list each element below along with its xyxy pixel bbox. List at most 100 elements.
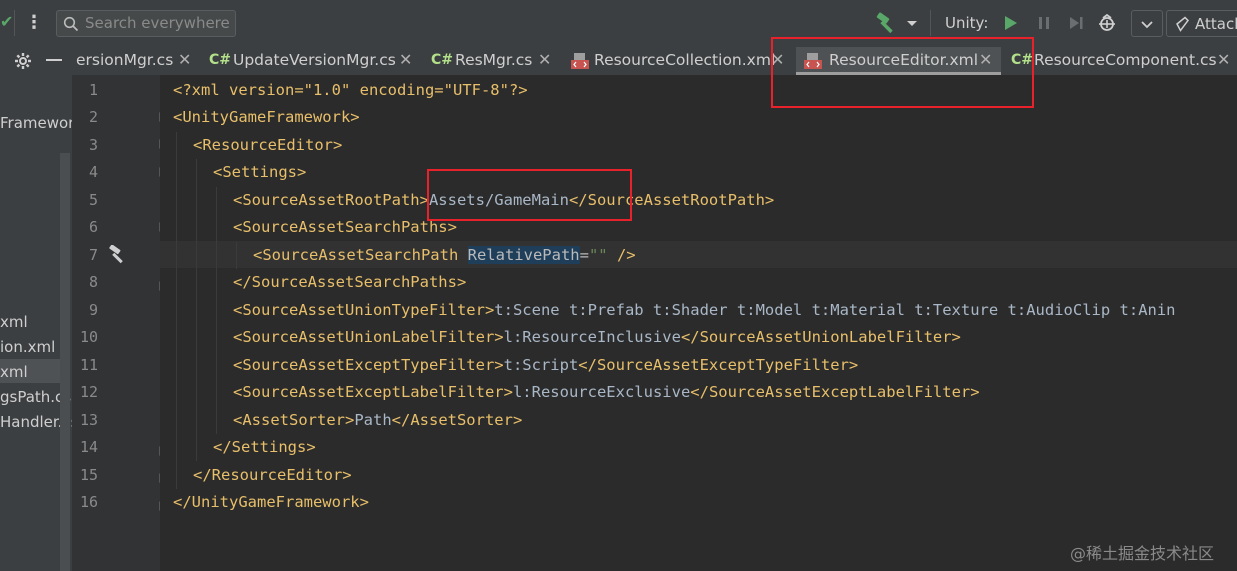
code-line: </SourceAssetSearchPaths> bbox=[233, 269, 466, 296]
unity-label: Unity: bbox=[945, 14, 989, 32]
editor-tab-bar: ersionMgr.cs ✕ C# UpdateVersionMgr.cs ✕ … bbox=[0, 47, 1237, 76]
code-line: <ResourceEditor> bbox=[193, 132, 342, 159]
code-line: <SourceAssetExceptLabelFilter>l:Resource… bbox=[233, 379, 980, 406]
watermark: @稀土掘金技术社区 bbox=[1070, 544, 1215, 563]
indent-guide bbox=[236, 242, 237, 269]
code-line: </UnityGameFramework> bbox=[173, 489, 369, 516]
xml-tag: <SourceAssetUnionLabelFilter> bbox=[233, 328, 504, 346]
tab-label: UpdateVersionMgr.cs bbox=[233, 51, 396, 69]
code-line: <SourceAssetUnionLabelFilter>l:ResourceI… bbox=[233, 324, 961, 351]
line-number: 16 bbox=[79, 493, 98, 511]
close-icon[interactable]: ✕ bbox=[538, 47, 551, 73]
main-toolbar: ✔ ⋮ Unity: Attach bbox=[0, 0, 1237, 47]
line-number: 6 bbox=[88, 218, 98, 236]
line-number: 4 bbox=[88, 163, 98, 181]
search-input[interactable] bbox=[85, 11, 233, 36]
step-icon[interactable] bbox=[1066, 13, 1086, 33]
xml-tag: <UnityGameFramework> bbox=[173, 108, 360, 126]
xml-declaration: <?xml version="1.0" encoding="UTF-8"?> bbox=[173, 81, 528, 99]
tab-resourcecomponent[interactable]: C# ResourceComponent.cs ✕ bbox=[1003, 47, 1237, 75]
close-icon[interactable]: ✕ bbox=[178, 47, 191, 73]
line-number: 11 bbox=[79, 356, 98, 374]
attach-button[interactable]: Attach bbox=[1166, 10, 1237, 37]
xml-tag: <Settings> bbox=[213, 163, 307, 181]
attach-label: Attach bbox=[1195, 15, 1237, 33]
play-icon[interactable] bbox=[1000, 13, 1020, 33]
xml-tag: <SourceAssetUnionTypeFilter> bbox=[233, 301, 495, 319]
sidebar-item-selected[interactable]: xml bbox=[0, 361, 28, 383]
minimize-icon[interactable] bbox=[46, 59, 62, 61]
more-options-icon[interactable]: ⋮ bbox=[22, 11, 46, 35]
line-number: 5 bbox=[88, 191, 98, 209]
indent-guide bbox=[196, 159, 197, 461]
tab-label: ResMgr.cs bbox=[455, 51, 533, 69]
sidebar-item[interactable]: xml bbox=[0, 311, 28, 333]
xml-tag: <SourceAssetExceptTypeFilter> bbox=[233, 356, 504, 374]
xml-text: t:Scene t:Prefab t:Shader t:Model t:Mate… bbox=[494, 301, 1176, 319]
code-line: <SourceAssetSearchPaths> bbox=[233, 214, 457, 241]
gear-icon[interactable] bbox=[14, 52, 32, 70]
pause-icon[interactable] bbox=[1034, 13, 1054, 33]
code-line: <AssetSorter>Path</AssetSorter> bbox=[233, 407, 522, 434]
line-number: 15 bbox=[79, 466, 98, 484]
xml-tag: </ResourceEditor> bbox=[193, 466, 352, 484]
xml-tag: </SourceAssetExceptTypeFilter> bbox=[578, 356, 859, 374]
csharp-icon: C# bbox=[209, 52, 232, 68]
close-icon[interactable]: ✕ bbox=[399, 47, 412, 73]
xml-tag: <SourceAssetSearchPaths> bbox=[233, 218, 457, 236]
xml-tag: <ResourceEditor> bbox=[193, 136, 343, 154]
xml-tag: </SourceAssetUnionLabelFilter> bbox=[680, 328, 961, 346]
xml-string: "" bbox=[588, 246, 608, 264]
tab-versionmgr[interactable]: ersionMgr.cs ✕ bbox=[72, 47, 200, 75]
xml-text: Path bbox=[354, 411, 392, 429]
xml-tag: </SourceAssetExceptLabelFilter> bbox=[690, 383, 980, 401]
line-number: 8 bbox=[88, 273, 98, 291]
build-hammer-icon[interactable] bbox=[874, 12, 900, 34]
build-hammer-icon[interactable] bbox=[107, 245, 129, 265]
project-tool-header bbox=[0, 47, 72, 75]
run-config-dropdown[interactable] bbox=[1131, 10, 1163, 37]
code-line: <UnityGameFramework> bbox=[173, 104, 360, 131]
xml-tag: <SourceAssetRootPath> bbox=[233, 191, 429, 209]
sidebar-scrollbar[interactable] bbox=[60, 153, 70, 571]
xml-equals: = bbox=[579, 246, 589, 264]
xml-file-icon bbox=[571, 53, 589, 69]
code-line: <SourceAssetSearchPath RelativePath="" /… bbox=[253, 242, 636, 269]
tab-updateversionmgr[interactable]: C# UpdateVersionMgr.cs ✕ bbox=[201, 47, 421, 75]
indent-guide bbox=[216, 187, 217, 434]
search-everywhere-box[interactable] bbox=[56, 10, 236, 37]
csharp-icon: C# bbox=[431, 52, 454, 68]
code-line: </Settings> bbox=[213, 434, 316, 461]
line-number: 1 bbox=[88, 81, 98, 99]
tab-resourcecollection[interactable]: ResourceCollection.xml ✕ bbox=[563, 47, 793, 75]
xml-text: l:ResourceExclusive bbox=[512, 383, 691, 401]
tab-label: ResourceComponent.cs bbox=[1034, 51, 1217, 69]
tab-label: ResourceCollection.xml bbox=[594, 51, 776, 69]
line-number: 9 bbox=[88, 301, 98, 319]
close-icon[interactable]: ✕ bbox=[1217, 47, 1230, 73]
xml-tag: <AssetSorter> bbox=[233, 411, 355, 429]
xml-tag: </SourceAssetSearchPaths> bbox=[233, 273, 467, 291]
chevron-down-icon bbox=[1141, 21, 1153, 29]
xml-tag: </AssetSorter> bbox=[391, 411, 523, 429]
unity-attach-icon bbox=[1176, 16, 1189, 32]
xml-tag: /> bbox=[607, 246, 636, 264]
tab-resmgr[interactable]: C# ResMgr.cs ✕ bbox=[423, 47, 563, 75]
code-line: <Settings> bbox=[213, 159, 306, 186]
project-sidebar: Framewor xml ion.xml xml gsPath.cs Handl… bbox=[0, 75, 72, 571]
checkmark-icon[interactable]: ✔ bbox=[0, 12, 13, 32]
chevron-down-icon[interactable] bbox=[904, 14, 920, 32]
xml-attribute: RelativePath bbox=[467, 246, 580, 264]
xml-text: t:Script bbox=[503, 356, 579, 374]
line-number: 2 bbox=[88, 108, 98, 126]
unity-debug-icon[interactable] bbox=[1096, 12, 1118, 34]
code-line: <SourceAssetExceptTypeFilter>t:Script</S… bbox=[233, 352, 858, 379]
code-line: <?xml version="1.0" encoding="UTF-8"?> bbox=[173, 77, 528, 104]
line-number: 10 bbox=[79, 328, 98, 346]
search-icon bbox=[63, 16, 79, 32]
xml-tag: <SourceAssetSearchPath bbox=[253, 246, 468, 264]
sidebar-item[interactable]: Framewor bbox=[0, 112, 72, 134]
line-number: 3 bbox=[88, 136, 98, 154]
sidebar-item[interactable]: ion.xml bbox=[0, 336, 55, 358]
tab-label: ersionMgr.cs bbox=[76, 51, 174, 69]
